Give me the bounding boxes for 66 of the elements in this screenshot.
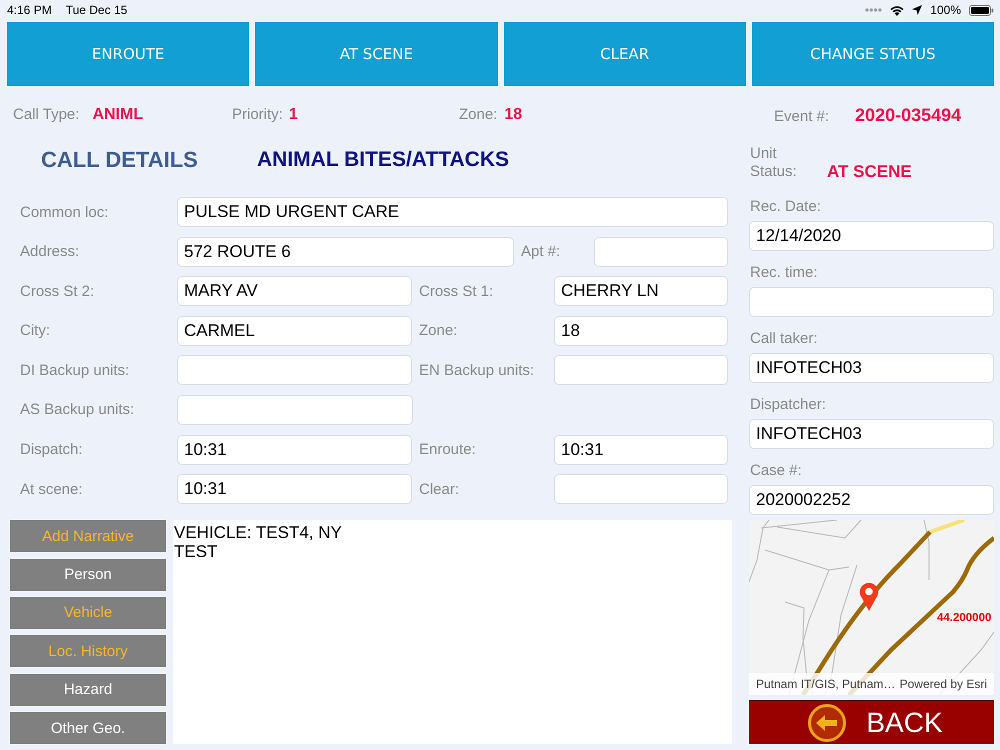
field-label: EN Backup units: xyxy=(419,362,534,379)
unit-status-value: AT SCENE xyxy=(827,163,912,181)
input-field[interactable]: MARY AV xyxy=(177,276,412,306)
summary-label: Zone: xyxy=(459,106,498,123)
field-label: Zone: xyxy=(419,322,458,340)
field-label: Call taker: xyxy=(749,329,818,349)
summary-value: 18 xyxy=(504,106,522,124)
input-field[interactable]: CARMEL xyxy=(177,316,412,346)
field-label: Case #: xyxy=(749,461,802,481)
input-field[interactable] xyxy=(594,236,728,267)
field-label: Enroute: xyxy=(419,441,476,458)
battery-percent: 100% xyxy=(930,3,961,17)
battery-icon xyxy=(969,4,994,16)
map-attribution: Putnam IT/GIS, Putnam… xyxy=(756,677,896,691)
call-type-title: ANIMAL BITES/ATTACKS xyxy=(257,148,509,172)
location-arrow-icon xyxy=(912,5,922,15)
wifi-icon xyxy=(890,4,904,16)
input-field[interactable]: PULSE MD URGENT CARE xyxy=(177,197,728,227)
field-label: Apt #: xyxy=(521,243,560,260)
summary-label: Priority: xyxy=(232,106,283,123)
input-field[interactable] xyxy=(554,355,728,386)
unit-status-label: Unit Status: xyxy=(750,145,798,181)
field-label: AS Backup units: xyxy=(20,401,134,418)
side-menu-button[interactable]: Other Geo. xyxy=(10,712,166,744)
map-pin-icon xyxy=(859,582,879,611)
input-field[interactable]: 12/14/2020 xyxy=(749,221,994,251)
input-field[interactable]: 10:31 xyxy=(177,434,412,465)
side-menu-button[interactable]: Person xyxy=(10,558,166,591)
field-label: Clear: xyxy=(419,480,460,498)
input-field[interactable]: INFOTECH03 xyxy=(749,419,994,449)
summary-value: 2020-035494 xyxy=(855,104,962,126)
input-field[interactable]: 572 ROUTE 6 xyxy=(177,236,514,267)
input-field[interactable]: 18 xyxy=(554,316,728,346)
field-label: Rec. Date: xyxy=(749,197,821,217)
field-label: Rec. time: xyxy=(749,263,818,283)
field-label: At scene: xyxy=(20,480,83,498)
signal-icon xyxy=(865,8,882,12)
narrative-field[interactable]: VEHICLE: TEST4, NY TEST xyxy=(173,520,732,744)
field-label: DI Backup units: xyxy=(20,362,130,379)
side-menu-button[interactable]: Hazard xyxy=(10,674,166,706)
field-label: Dispatch: xyxy=(20,441,83,458)
status-time: 4:16 PM xyxy=(7,3,52,17)
field-label: Common loc: xyxy=(20,204,108,220)
input-field[interactable] xyxy=(177,394,413,425)
input-field[interactable]: 10:31 xyxy=(177,474,412,504)
summary-value: ANIML xyxy=(92,106,144,124)
input-field[interactable] xyxy=(554,474,728,504)
back-button[interactable]: BACK xyxy=(749,700,994,744)
input-field[interactable] xyxy=(177,355,412,386)
field-label: Dispatcher: xyxy=(749,395,826,415)
field-label: City: xyxy=(20,322,50,340)
input-field[interactable]: INFOTECH03 xyxy=(749,353,994,383)
input-field[interactable]: CHERRY LN xyxy=(554,276,728,306)
summary-label: Event #: xyxy=(774,108,830,124)
summary-label: Call Type: xyxy=(13,106,80,123)
field-label: Address: xyxy=(20,243,80,260)
field-label: Cross St 1: xyxy=(419,282,494,300)
input-field[interactable] xyxy=(749,287,994,317)
summary-value: 1 xyxy=(288,106,298,124)
status-date: Tue Dec 15 xyxy=(66,3,128,17)
map-credit: Powered by Esri xyxy=(900,677,987,691)
input-field[interactable]: 2020002252 xyxy=(749,485,994,515)
map-label: 44.200000 xyxy=(937,612,992,624)
section-title: CALL DETAILS xyxy=(41,147,198,173)
input-field[interactable]: 10:31 xyxy=(554,434,728,465)
field-label: Cross St 2: xyxy=(20,282,94,300)
